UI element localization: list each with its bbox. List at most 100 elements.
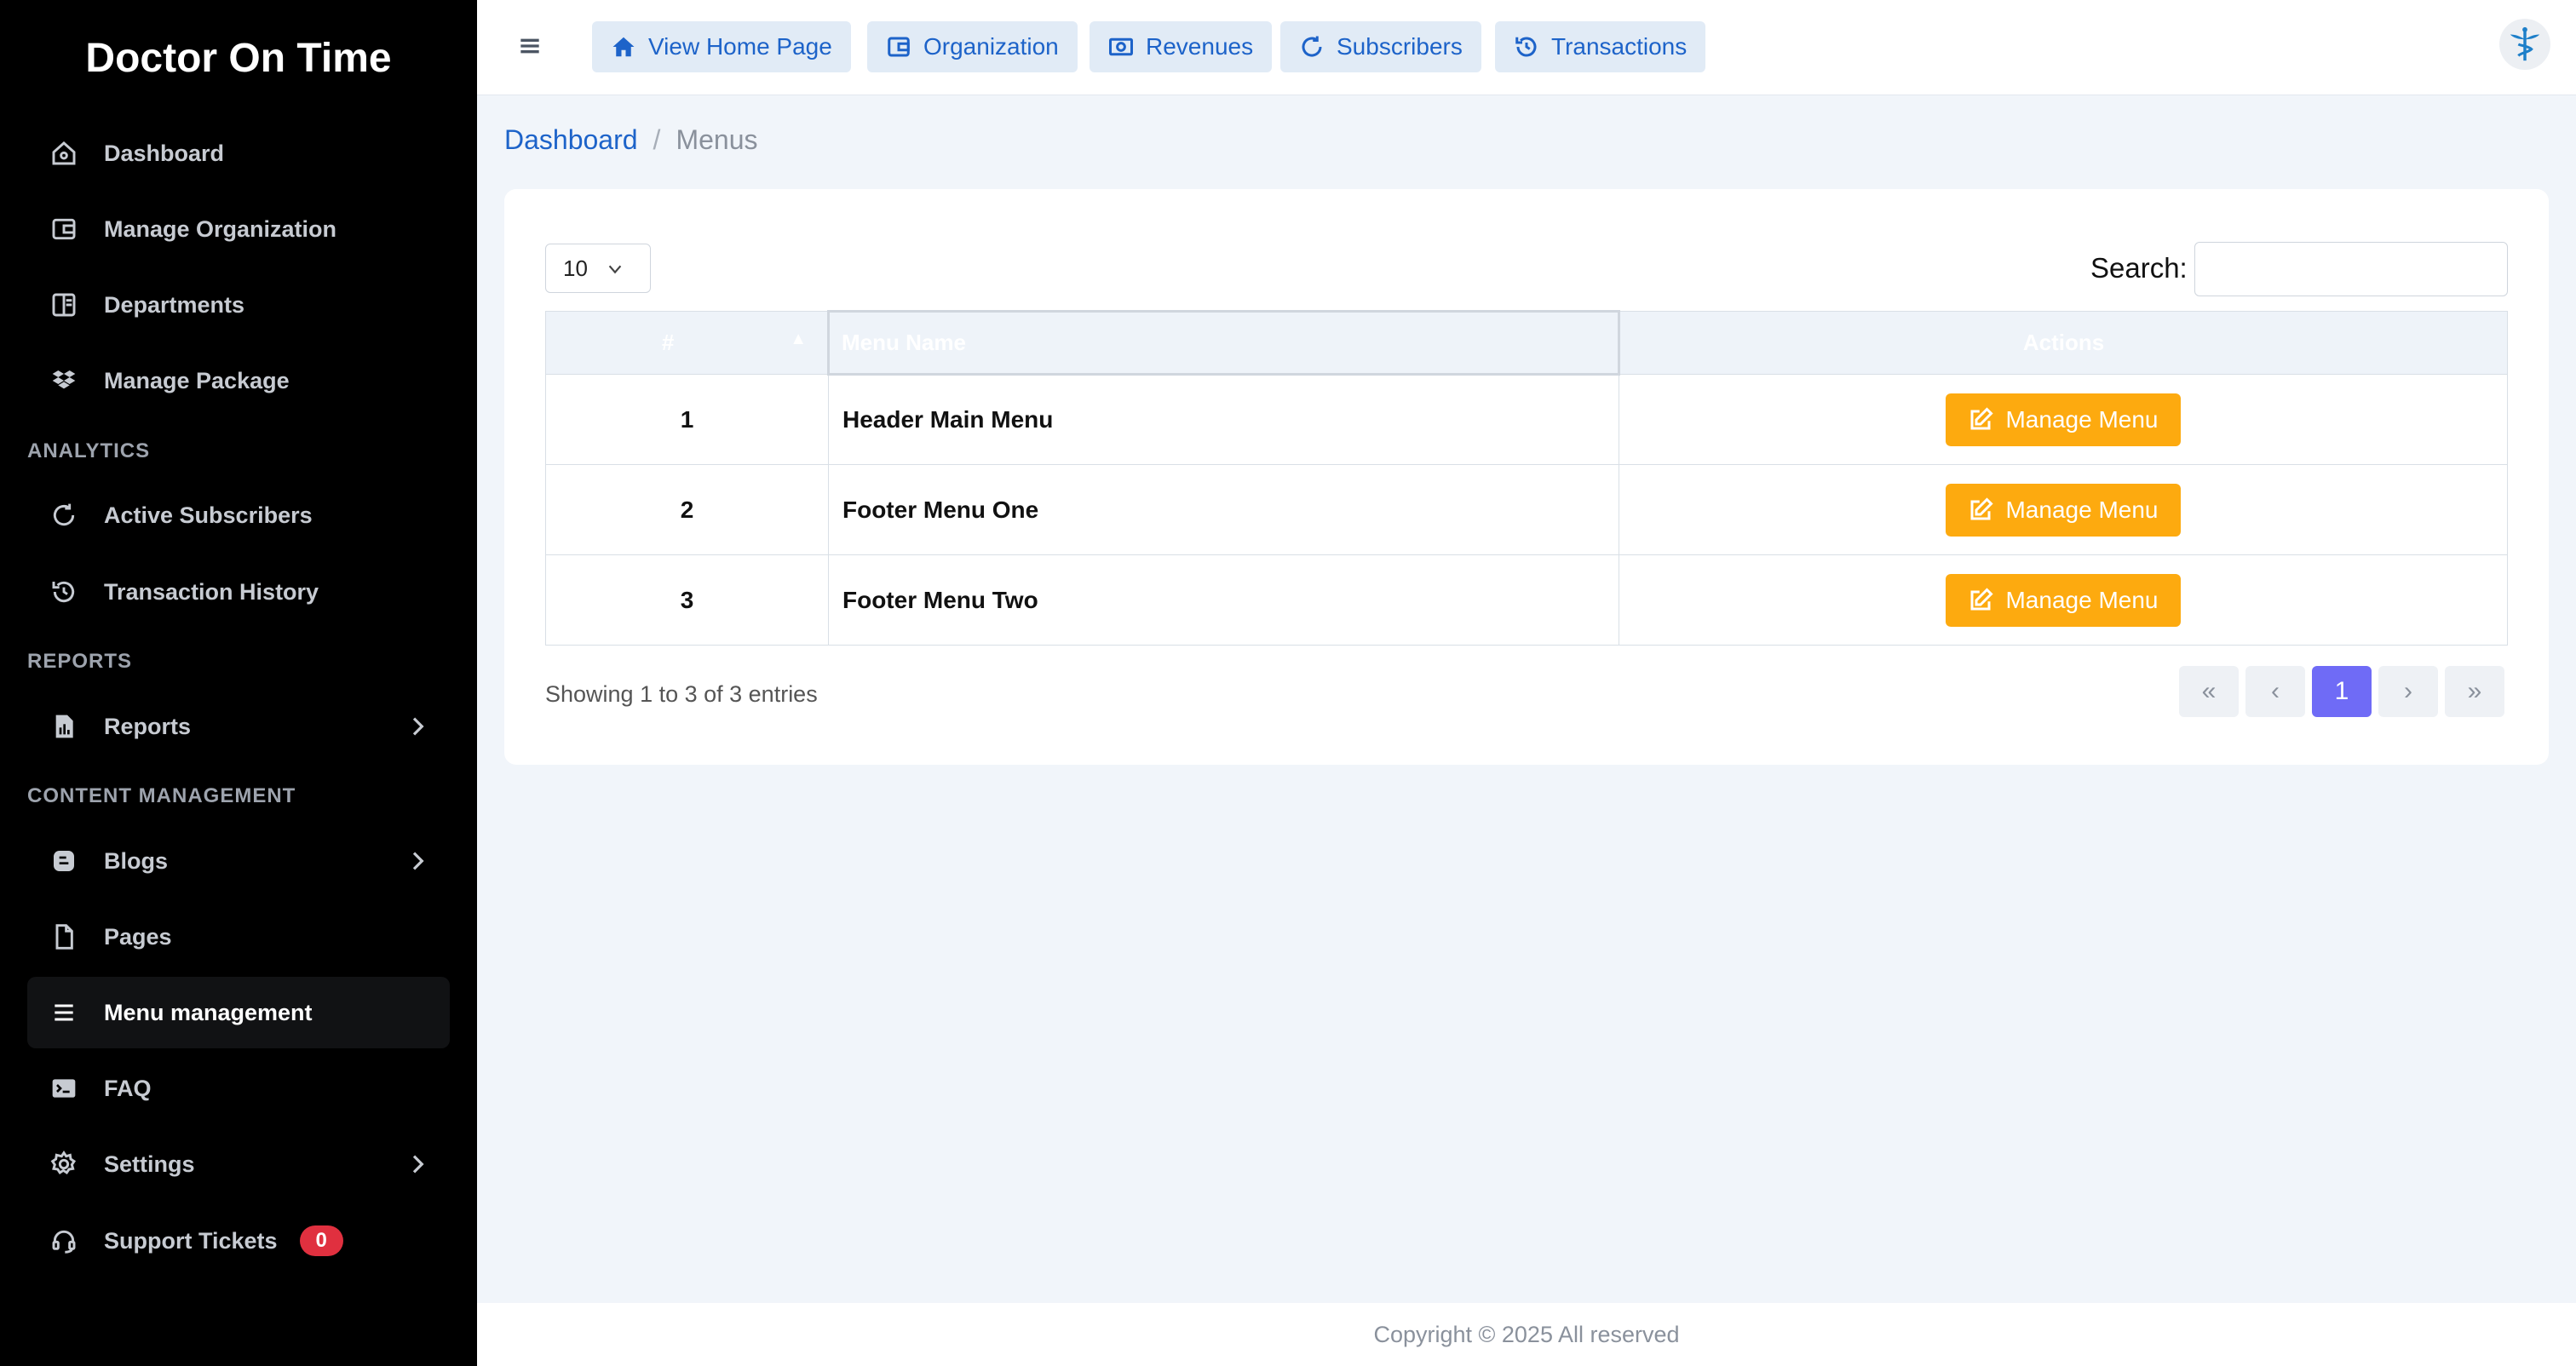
column-header-number[interactable]: # ▲	[545, 311, 829, 375]
refresh-icon	[49, 501, 78, 530]
sidebar-item-label: Active Subscribers	[104, 502, 313, 528]
section-reports: REPORTS	[27, 650, 133, 673]
sidebar-item-faq[interactable]: FAQ	[27, 1053, 450, 1124]
sidebar-item-departments[interactable]: Departments	[27, 269, 450, 341]
last-page-button[interactable]: »	[2445, 666, 2504, 717]
manage-menu-button[interactable]: Manage Menu	[1946, 393, 2181, 446]
chevron-right-icon	[404, 1151, 431, 1178]
manage-menu-button[interactable]: Manage Menu	[1946, 483, 2181, 537]
sidebar-item-pages[interactable]: Pages	[27, 901, 450, 973]
dropbox-icon	[49, 366, 78, 395]
ticket-count-badge: 0	[299, 1225, 343, 1256]
history-icon	[1515, 37, 1537, 57]
sidebar-item-label: Departments	[104, 291, 245, 318]
button-label: Manage Menu	[2005, 405, 2159, 433]
chevron-right-icon	[404, 847, 431, 875]
history-icon	[49, 577, 78, 606]
sidebar-item-support-tickets[interactable]: Support Tickets 0	[27, 1205, 450, 1277]
caduceus-icon	[2510, 26, 2540, 61]
sidebar-item-reports[interactable]: Reports	[27, 691, 450, 762]
chevron-down-icon	[608, 265, 622, 274]
menus-table: # ▲ Menu Name Actions 1 Header Main Menu …	[545, 310, 2508, 646]
sidebar-item-label: Support Tickets	[104, 1227, 278, 1254]
sidebar-item-transaction-history[interactable]: Transaction History	[27, 556, 450, 628]
sidebar-item-manage-organization[interactable]: Manage Organization	[27, 193, 450, 265]
next-page-button[interactable]: ›	[2378, 666, 2438, 717]
subscribers-button[interactable]: Subscribers	[1280, 21, 1481, 72]
wallet-icon	[49, 215, 78, 244]
table-info: Showing 1 to 3 of 3 entries	[545, 681, 818, 707]
edit-icon	[1970, 587, 1994, 610]
button-label: Transactions	[1551, 33, 1688, 60]
edit-icon	[1970, 496, 1994, 519]
wallet-icon	[888, 37, 910, 57]
file-icon	[49, 922, 78, 951]
table-row: 3 Footer Menu Two Manage Menu	[545, 554, 2508, 646]
sidebar-item-menu-management[interactable]: Menu management	[27, 977, 450, 1048]
column-header-actions: Actions	[1619, 311, 2508, 375]
search-input[interactable]	[2194, 242, 2508, 296]
home-icon	[612, 37, 635, 57]
entries-length-value: 10	[563, 255, 588, 281]
footer: Copyright © 2025 All reserved	[477, 1303, 2576, 1366]
chevron-right-icon	[404, 713, 431, 740]
menu-name: Footer Menu One	[828, 464, 1619, 555]
blog-icon	[49, 847, 78, 875]
copyright-text: Copyright © 2025 All reserved	[1373, 1321, 1680, 1347]
sort-icon: ▲	[790, 330, 807, 348]
entries-length-select[interactable]: 10	[545, 244, 651, 293]
gear-icon	[49, 1150, 78, 1179]
row-number: 3	[545, 554, 829, 646]
sidebar-item-label: Pages	[104, 923, 172, 950]
sidebar-item-label: Dashboard	[104, 140, 225, 166]
sidebar-item-label: Manage Package	[104, 367, 290, 393]
button-label: Manage Menu	[2005, 586, 2159, 613]
sidebar-item-active-subscribers[interactable]: Active Subscribers	[27, 479, 450, 551]
sidebar-item-dashboard[interactable]: Dashboard	[27, 118, 450, 189]
button-label: Subscribers	[1337, 33, 1463, 60]
revenues-button[interactable]: Revenues	[1090, 21, 1273, 72]
menu-icon	[49, 998, 78, 1027]
button-label: View Home Page	[648, 33, 832, 60]
sidebar-item-label: FAQ	[104, 1075, 152, 1101]
menu-name: Footer Menu Two	[828, 554, 1619, 646]
section-content-management: CONTENT MANAGEMENT	[27, 784, 296, 807]
organization-button[interactable]: Organization	[867, 21, 1078, 72]
manage-menu-button[interactable]: Manage Menu	[1946, 573, 2181, 627]
pagination: « ‹ 1 › »	[2179, 666, 2504, 717]
column-label: #	[661, 330, 675, 355]
terminal-icon	[49, 1074, 78, 1103]
sidebar-item-blogs[interactable]: Blogs	[27, 825, 450, 897]
view-home-page-button[interactable]: View Home Page	[592, 21, 851, 72]
hamburger-icon[interactable]	[516, 32, 543, 60]
prev-page-button[interactable]: ‹	[2245, 666, 2305, 717]
transactions-button[interactable]: Transactions	[1495, 21, 1706, 72]
page-1-button[interactable]: 1	[2312, 666, 2372, 717]
first-page-button[interactable]: «	[2179, 666, 2239, 717]
menus-card: 10 Search: # ▲ Menu Name Actions 1 Header…	[504, 189, 2549, 765]
breadcrumb-dashboard[interactable]: Dashboard	[504, 124, 638, 156]
columns-icon	[49, 290, 78, 319]
breadcrumb-current: Menus	[676, 124, 758, 155]
column-header-menu-name[interactable]: Menu Name	[827, 310, 1620, 376]
money-icon	[1109, 37, 1133, 56]
button-label: Revenues	[1146, 33, 1254, 60]
headset-icon	[49, 1226, 78, 1255]
sidebar-item-label: Manage Organization	[104, 215, 337, 242]
row-number: 1	[545, 374, 829, 465]
column-label: Menu Name	[842, 330, 966, 355]
topbar: View Home Page Organization Revenues Sub…	[477, 0, 2576, 95]
menu-name: Header Main Menu	[828, 374, 1619, 465]
search-label: Search:	[2090, 252, 2188, 284]
sidebar: Doctor On Time Dashboard Manage Organiza…	[0, 0, 477, 1366]
sidebar-item-settings[interactable]: Settings	[27, 1128, 450, 1200]
sidebar-item-label: Settings	[104, 1151, 195, 1177]
brand-title[interactable]: Doctor On Time	[0, 0, 477, 116]
avatar[interactable]	[2499, 19, 2550, 70]
breadcrumb: Dashboard / Menus	[504, 124, 757, 156]
sidebar-item-manage-package[interactable]: Manage Package	[27, 345, 450, 416]
button-label: Manage Menu	[2005, 496, 2159, 523]
sidebar-item-label: Reports	[104, 713, 192, 739]
home-icon	[49, 139, 78, 168]
row-number: 2	[545, 464, 829, 555]
